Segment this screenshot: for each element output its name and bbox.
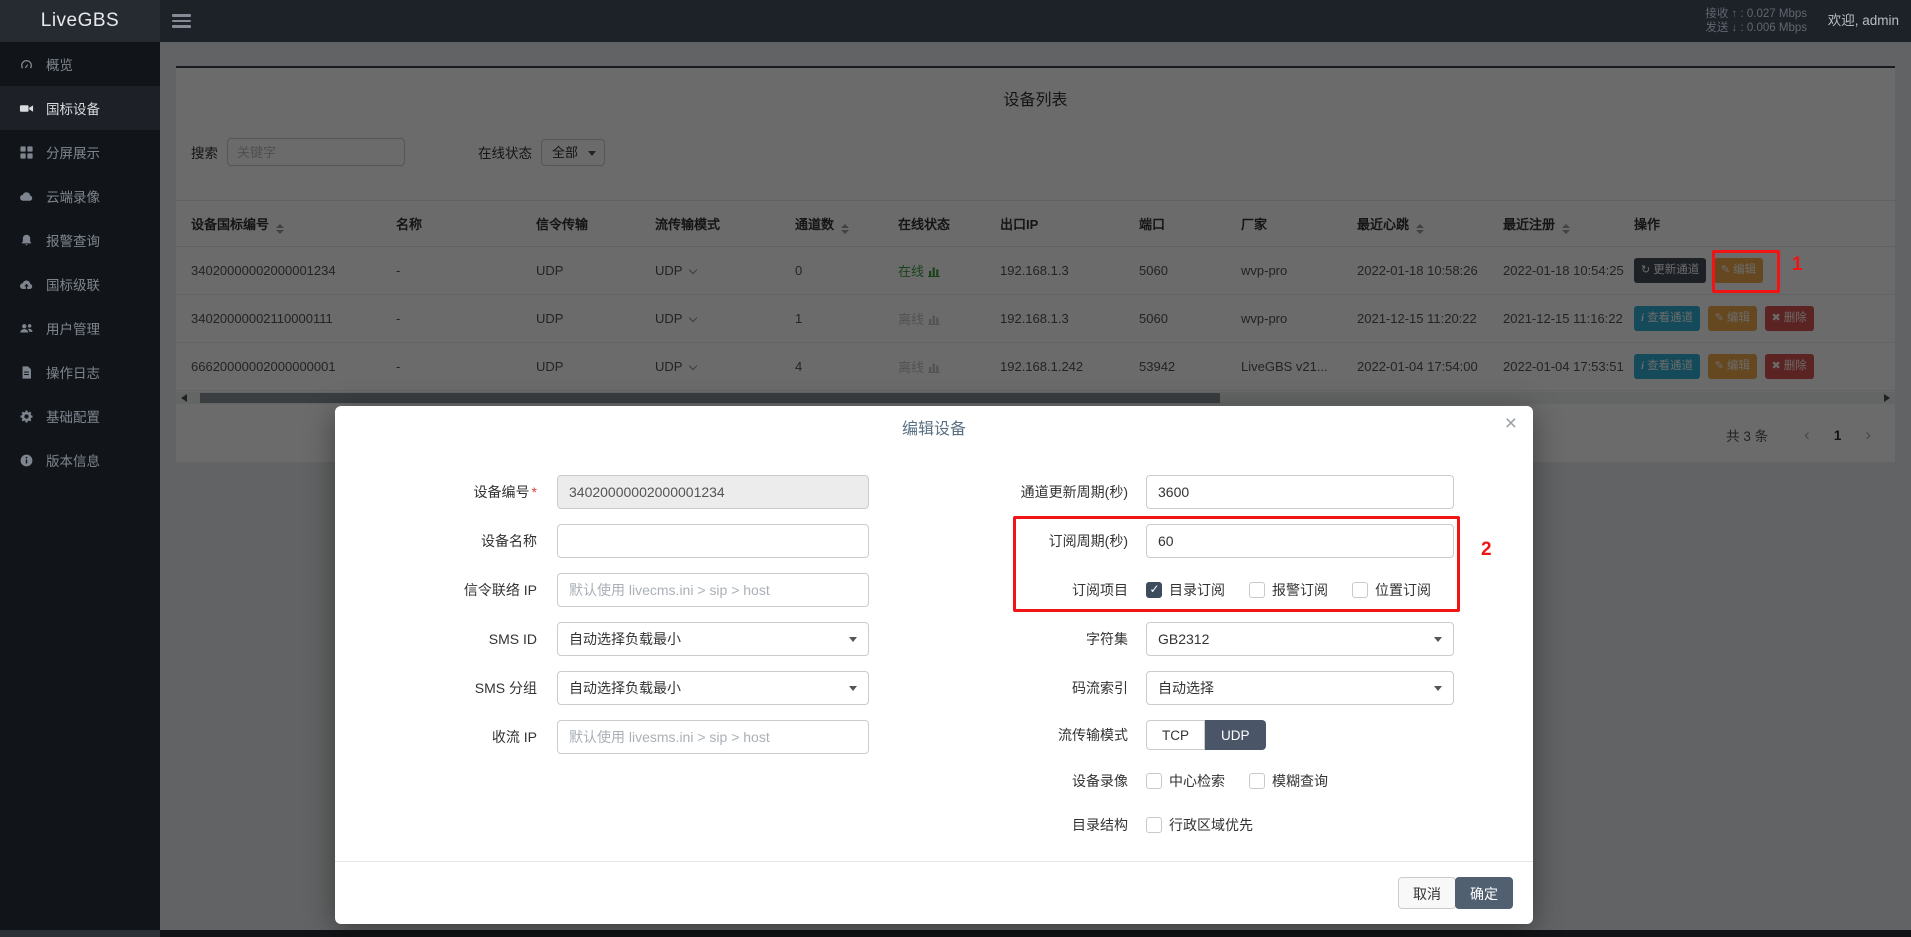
center-search-checkbox[interactable] <box>1146 773 1162 789</box>
form-row-dir-structure: 目录结构 行政区域优先 <box>935 808 1495 842</box>
sidebar-item-gb-devices[interactable]: 国标设备 <box>0 86 160 130</box>
stream-receive-ip-field[interactable] <box>557 720 869 754</box>
down-arrow-icon: ↓ <box>1732 22 1738 34</box>
admin-region-priority-checkbox[interactable] <box>1146 817 1162 833</box>
modal-footer: 取消 确定 <box>335 861 1533 924</box>
confirm-button[interactable]: 确定 <box>1455 877 1513 909</box>
required-mark: * <box>532 484 537 500</box>
form-row-device-id: 设备编号* <box>365 475 885 509</box>
app-logo[interactable]: LiveGBS <box>0 0 160 42</box>
annotation-box-2 <box>1013 516 1460 612</box>
form-row-channel-refresh: 通道更新周期(秒) <box>935 475 1495 509</box>
form-row-signal-ip: 信令联络 IP <box>365 573 885 607</box>
grid-icon <box>19 145 34 160</box>
up-arrow-icon: ↑ <box>1732 8 1738 20</box>
tcp-toggle-button[interactable]: TCP <box>1146 720 1205 750</box>
users-icon <box>19 321 34 336</box>
top-bar: LiveGBS 接收 ↑ : 0.027 Mbps 发送 ↓ : 0.006 M… <box>0 0 1911 42</box>
device-id-field <box>557 475 869 509</box>
form-row-sms-group: SMS 分组 自动选择负载最小 <box>365 671 885 705</box>
sidebar-item-gb-cascade[interactable]: 国标级联 <box>0 262 160 306</box>
camera-icon <box>19 101 34 116</box>
fuzzy-query-checkbox[interactable] <box>1249 773 1265 789</box>
gear-icon <box>19 409 34 424</box>
modal-body: 设备编号* 设备名称 信令联络 IP SMS ID 自动选择负载最小 SMS 分… <box>335 450 1533 861</box>
sms-id-select[interactable]: 自动选择负载最小 <box>557 622 869 656</box>
cancel-button[interactable]: 取消 <box>1398 877 1456 909</box>
sidebar-item-user-management[interactable]: 用户管理 <box>0 306 160 350</box>
form-row-stream-mode: 流传输模式 TCP UDP <box>935 718 1495 752</box>
annotation-number-2: 2 <box>1481 539 1492 561</box>
bell-icon <box>19 233 34 248</box>
send-rate: 发送 ↓ : 0.006 Mbps <box>1705 21 1807 35</box>
sidebar-item-version-info[interactable]: 版本信息 <box>0 438 160 482</box>
annotation-number-1: 1 <box>1792 254 1803 276</box>
form-row-device-name: 设备名称 <box>365 524 885 558</box>
sidebar-item-basic-config[interactable]: 基础配置 <box>0 394 160 438</box>
modal-header: 编辑设备 × <box>335 406 1533 450</box>
cloud-icon <box>19 189 34 204</box>
chevron-down-icon <box>849 686 857 691</box>
sidebar-item-overview[interactable]: 概览 <box>0 42 160 86</box>
signal-contact-ip-field[interactable] <box>557 573 869 607</box>
channel-refresh-period-field[interactable] <box>1146 475 1454 509</box>
device-name-field[interactable] <box>557 524 869 558</box>
network-stats: 接收 ↑ : 0.027 Mbps 发送 ↓ : 0.006 Mbps <box>1705 7 1807 35</box>
chevron-down-icon <box>1434 637 1442 642</box>
receive-rate: 接收 ↑ : 0.027 Mbps <box>1705 7 1807 21</box>
form-row-device-record: 设备录像 中心检索 模糊查询 <box>935 764 1495 798</box>
log-icon <box>19 365 34 380</box>
form-row-stream-index: 码流索引 自动选择 <box>935 671 1495 705</box>
charset-select[interactable]: GB2312 <box>1146 622 1454 656</box>
user-menu[interactable]: 欢迎, admin <box>1828 0 1899 42</box>
stream-index-select[interactable]: 自动选择 <box>1146 671 1454 705</box>
close-icon[interactable]: × <box>1505 412 1517 436</box>
livegbs-app: LiveGBS 接收 ↑ : 0.027 Mbps 发送 ↓ : 0.006 M… <box>0 0 1911 937</box>
sms-group-select[interactable]: 自动选择负载最小 <box>557 671 869 705</box>
gauge-icon <box>19 57 34 72</box>
form-row-charset: 字符集 GB2312 <box>935 622 1495 656</box>
sidebar-item-operation-log[interactable]: 操作日志 <box>0 350 160 394</box>
annotation-box-1 <box>1712 250 1780 293</box>
chevron-down-icon <box>1434 686 1442 691</box>
hamburger-menu-icon[interactable] <box>172 14 191 28</box>
chevron-down-icon <box>849 637 857 642</box>
cloud-upload-icon <box>19 277 34 292</box>
sidebar-item-cloud-record[interactable]: 云端录像 <box>0 174 160 218</box>
edit-device-modal: 编辑设备 × 设备编号* 设备名称 信令联络 IP SMS ID <box>335 406 1533 924</box>
info-icon <box>19 453 34 468</box>
udp-toggle-button[interactable]: UDP <box>1205 720 1266 750</box>
sidebar-item-alarm-query[interactable]: 报警查询 <box>0 218 160 262</box>
form-row-stream-ip: 收流 IP <box>365 720 885 754</box>
sidebar-nav: 概览 国标设备 分屏展示 云端录像 报警查询 国标级联 用户管理 操作日志 基础… <box>0 42 160 930</box>
form-row-sms-id: SMS ID 自动选择负载最小 <box>365 622 885 656</box>
modal-title: 编辑设备 <box>335 406 1533 454</box>
sidebar-item-split-screen[interactable]: 分屏展示 <box>0 130 160 174</box>
